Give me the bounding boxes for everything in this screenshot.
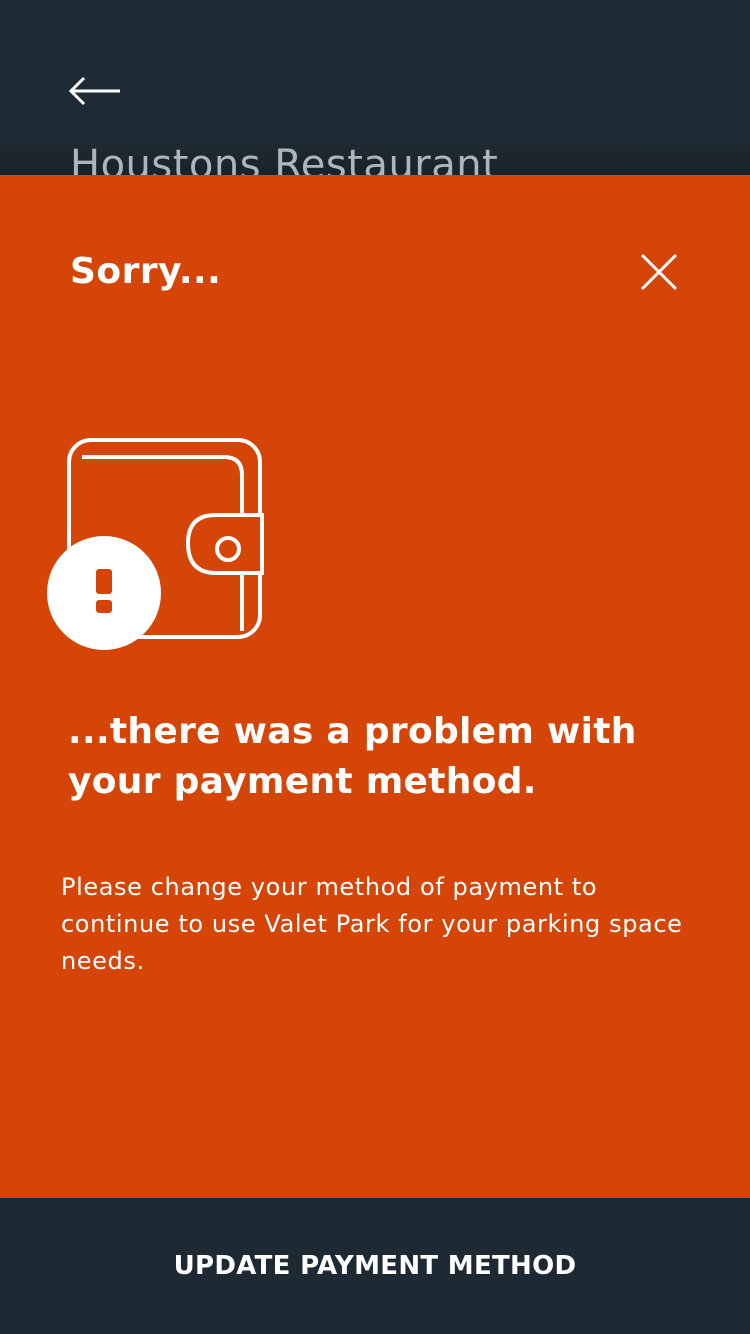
error-description: Please change your method of payment to …: [61, 873, 683, 975]
arrow-left-icon: [68, 76, 120, 106]
modal-title: Sorry...: [70, 251, 222, 292]
wallet-warning-icon: [46, 437, 270, 651]
app-header: Houstons Restaurant: [0, 0, 750, 176]
back-button[interactable]: [68, 72, 124, 112]
error-headline: ...there was a problem with your payment…: [68, 711, 637, 802]
close-icon: [640, 253, 678, 291]
update-payment-method-label: UPDATE PAYMENT METHOD: [173, 1251, 577, 1281]
update-payment-method-button[interactable]: UPDATE PAYMENT METHOD: [0, 1198, 750, 1334]
venue-title: Houstons Restaurant: [70, 142, 499, 176]
payment-error-modal: Sorry... ...there was a problem with you…: [0, 175, 750, 1198]
close-button[interactable]: [636, 249, 682, 295]
